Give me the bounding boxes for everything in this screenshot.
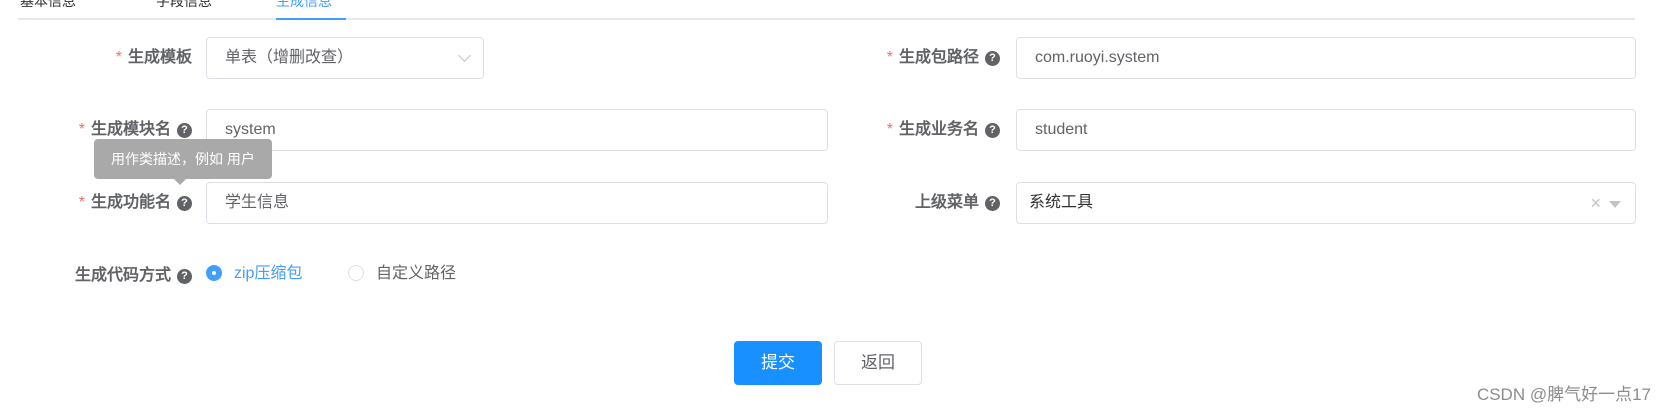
required-mark: * [78, 121, 85, 138]
tab-basic-info[interactable]: 基本信息 [20, 0, 76, 11]
template-select[interactable]: 单表（增删改查） [206, 37, 484, 79]
function-name-input[interactable]: 学生信息 [206, 182, 828, 224]
radio-checked-icon [206, 265, 222, 281]
help-tooltip: 用作类描述，例如 用户 [94, 139, 272, 185]
module-name-input[interactable]: system [206, 109, 828, 151]
tab-field-info[interactable]: 字段信息 [156, 0, 212, 11]
template-label: * 生成模板 [115, 49, 192, 66]
radio-unchecked-icon [348, 265, 364, 281]
active-tab-indicator [276, 18, 346, 20]
gen-type-label: 生成代码方式? [20, 255, 192, 297]
submit-button[interactable]: 提交 [734, 341, 822, 385]
function-name-label: * 生成功能名? [20, 182, 192, 224]
chevron-down-icon [458, 49, 471, 62]
required-mark: * [78, 194, 85, 211]
radio-custom-path[interactable]: 自定义路径 [348, 262, 456, 286]
package-path-label: * 生成包路径? [800, 37, 1000, 79]
question-circle-icon[interactable]: ? [985, 123, 1000, 138]
question-circle-icon[interactable]: ? [985, 196, 1000, 211]
tab-gen-info[interactable]: 生成信息 [276, 0, 332, 11]
radio-zip[interactable]: zip压缩包 [206, 262, 302, 286]
question-circle-icon[interactable]: ? [177, 123, 192, 138]
clear-icon[interactable]: × [1590, 183, 1601, 223]
parent-menu-treeselect[interactable]: 系统工具 × [1016, 182, 1636, 224]
back-button[interactable]: 返回 [834, 341, 922, 385]
required-mark: * [115, 49, 122, 66]
business-name-input[interactable]: student [1016, 109, 1636, 151]
tabs-bar: 基本信息 字段信息 生成信息 [18, 0, 1635, 20]
required-mark: * [886, 49, 893, 66]
parent-menu-label: 上级菜单? [800, 182, 1000, 224]
caret-down-icon[interactable] [1609, 201, 1621, 208]
business-name-label: * 生成业务名? [800, 109, 1000, 151]
package-path-input[interactable]: com.ruoyi.system [1016, 37, 1636, 79]
watermark: CSDN @脾气好一点17 [1476, 385, 1651, 404]
question-circle-icon[interactable]: ? [177, 196, 192, 211]
question-circle-icon[interactable]: ? [985, 51, 1000, 66]
question-circle-icon[interactable]: ? [177, 269, 192, 284]
required-mark: * [886, 121, 893, 138]
